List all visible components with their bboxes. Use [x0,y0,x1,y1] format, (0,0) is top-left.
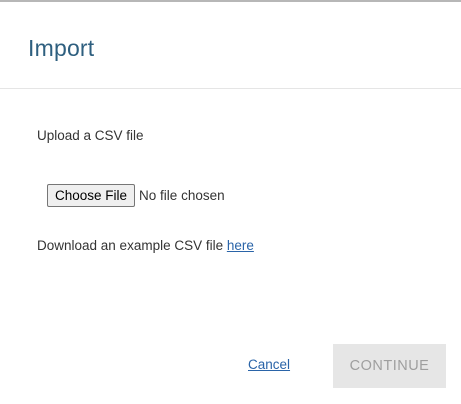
dialog-header: Import [0,2,461,89]
import-dialog: Import Upload a CSV file Choose File No … [0,0,461,404]
dialog-title: Import [28,35,95,61]
download-example-label: Download an example CSV file [37,238,227,253]
continue-button[interactable]: CONTINUE [333,344,446,388]
file-input[interactable]: Choose File No file chosen [47,183,225,207]
file-status-text: No file chosen [139,187,225,203]
download-example-text: Download an example CSV file here [37,238,254,253]
upload-label: Upload a CSV file [37,128,144,143]
cancel-link[interactable]: Cancel [248,357,290,372]
download-example-link[interactable]: here [227,238,254,253]
choose-file-button[interactable]: Choose File [47,183,136,207]
